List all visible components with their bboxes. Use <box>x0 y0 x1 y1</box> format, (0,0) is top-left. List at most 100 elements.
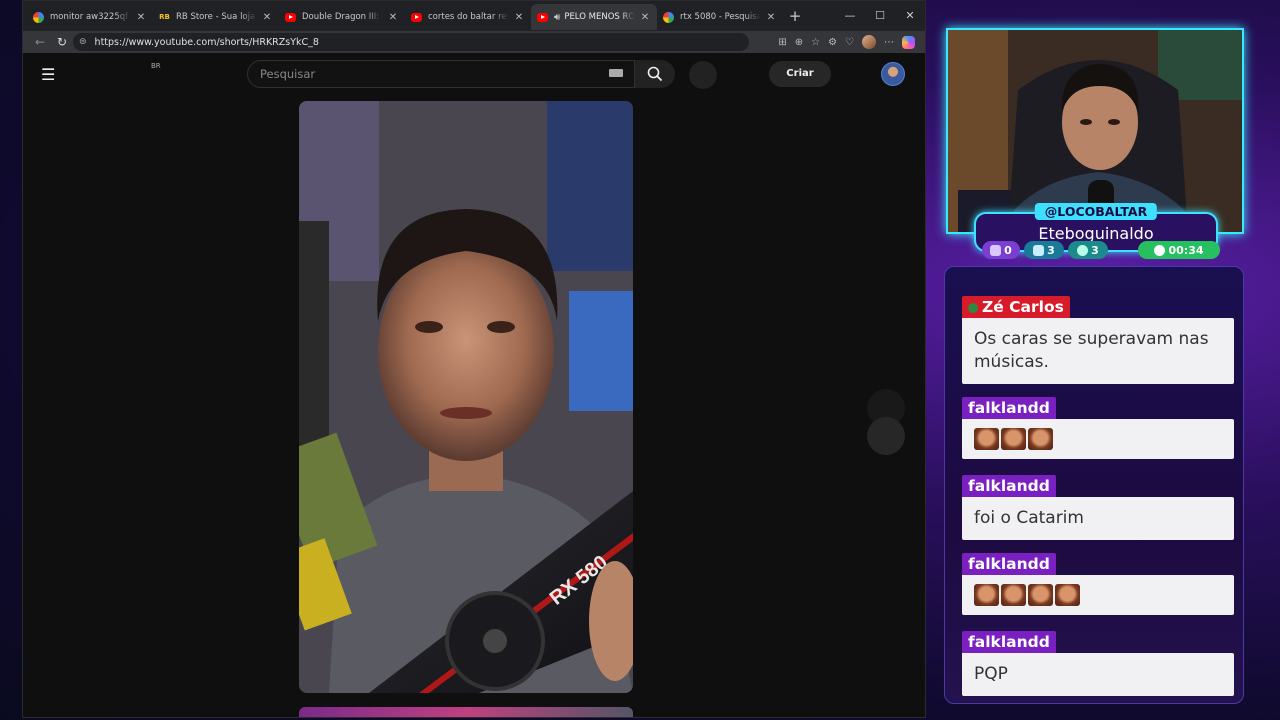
extensions-icon[interactable]: ⚙ <box>828 37 837 48</box>
favorite-star-icon[interactable]: ☆ <box>811 37 820 48</box>
emote-icon <box>1001 428 1026 450</box>
chat-username: Zé Carlos <box>962 296 1070 318</box>
chat-message-text: foi o Catarim <box>962 497 1234 540</box>
youtube-icon <box>285 12 296 22</box>
minimize-icon[interactable]: — <box>835 1 865 31</box>
emote-icon <box>974 428 999 450</box>
channel-handle: @LOCOBALTAR <box>1034 203 1158 220</box>
chat-username-text: Zé Carlos <box>982 298 1064 316</box>
emote-row <box>974 428 1222 450</box>
tab-title: monitor aw3225qf - Pesq <box>50 12 131 22</box>
chat-message: falklandd PQP <box>962 631 1234 696</box>
youtube-header: ☰ BR Pesquisar Criar <box>23 53 925 95</box>
chat-username: falklandd <box>962 397 1056 419</box>
youtube-count: 3 <box>1047 243 1055 257</box>
close-icon[interactable]: ✕ <box>261 12 273 23</box>
close-icon[interactable]: ✕ <box>639 12 651 23</box>
youtube-icon <box>411 12 422 22</box>
create-button[interactable]: Criar <box>769 61 831 87</box>
whatsapp-icon <box>1154 244 1166 256</box>
new-tab-icon[interactable]: + <box>783 7 807 25</box>
close-icon[interactable]: ✕ <box>135 12 147 23</box>
country-code: BR <box>151 62 161 70</box>
chat-message: falklandd <box>962 553 1234 615</box>
youtube-page: ☰ BR Pesquisar Criar RX 580 <box>23 53 925 717</box>
whatsapp-timer: 00:34 <box>1168 243 1204 257</box>
google-icon <box>663 11 674 23</box>
close-icon[interactable]: ✕ <box>387 12 399 23</box>
rb-store-icon: RB <box>159 13 170 21</box>
emote-icon <box>1055 584 1080 606</box>
twitch-stat: 0 <box>982 241 1020 259</box>
brazil-badge-icon <box>968 302 978 313</box>
emote-icon <box>1028 428 1053 450</box>
tab-title: PELO MENOS RODA <box>564 12 635 22</box>
zoom-icon[interactable]: ⊕ <box>795 37 803 48</box>
close-icon[interactable]: ✕ <box>765 12 777 23</box>
short-video-player[interactable]: RX 580 <box>299 101 633 693</box>
short-video-frame: RX 580 <box>299 101 633 693</box>
window-controls: — ☐ ✕ <box>835 1 925 31</box>
chat-message-text: Os caras se superavam nas músicas. <box>962 318 1234 384</box>
tab-rtx-5080[interactable]: rtx 5080 - Pesquisa Goog ✕ <box>657 4 783 30</box>
tab-title: RB Store - Sua loja de ha <box>176 12 257 22</box>
close-icon[interactable]: ✕ <box>513 12 525 23</box>
chat-message: Zé Carlos Os caras se superavam nas músi… <box>962 296 1234 384</box>
chat-message-emotes <box>962 575 1234 615</box>
tab-pelo-menos-roda[interactable]: 🔊︎ PELO MENOS RODA ✕ <box>531 4 657 30</box>
tab-title: Double Dragon III: The S <box>302 12 383 22</box>
keyboard-icon[interactable] <box>609 69 623 77</box>
tab-bar: monitor aw3225qf - Pesq ✕ RB RB Store - … <box>23 1 925 31</box>
hamburger-menu-icon[interactable]: ☰ <box>41 65 55 84</box>
reload-icon[interactable]: ↻ <box>51 35 73 49</box>
chat-message: falklandd <box>962 397 1234 459</box>
app-available-icon[interactable]: ⊞ <box>778 37 786 48</box>
chat-message-text: PQP <box>962 653 1234 696</box>
account-avatar[interactable] <box>881 62 905 86</box>
youtube-stat: 3 <box>1024 241 1064 259</box>
more-menu-icon[interactable]: ⋯ <box>884 37 894 48</box>
voice-search-button[interactable] <box>689 61 717 89</box>
tab-rb-store[interactable]: RB RB Store - Sua loja de ha ✕ <box>153 4 279 30</box>
emote-icon <box>1028 584 1053 606</box>
speaker-icon[interactable]: 🔊︎ <box>554 12 560 23</box>
chat-username: falklandd <box>962 475 1056 497</box>
browser-essentials-icon[interactable]: ♡ <box>845 37 854 48</box>
tab-title: cortes do baltar resenha <box>428 12 509 22</box>
copilot-icon[interactable] <box>902 35 915 49</box>
close-window-icon[interactable]: ✕ <box>895 1 925 31</box>
twitch-count: 0 <box>1004 243 1012 257</box>
maximize-icon[interactable]: ☐ <box>865 1 895 31</box>
url-text: https://www.youtube.com/shorts/HRKRZsYkC… <box>94 36 319 48</box>
stream-stats: 0 3 3 00:34 <box>978 241 1228 261</box>
next-short-button[interactable] <box>867 417 905 455</box>
tab-title: rtx 5080 - Pesquisa Goog <box>680 12 761 22</box>
chat-username: falklandd <box>962 631 1056 653</box>
whatsapp-stat: 00:34 <box>1138 241 1220 259</box>
webcam-image <box>948 30 1242 232</box>
back-icon[interactable]: ← <box>29 35 51 49</box>
chat-username: falklandd <box>962 553 1056 575</box>
search-button[interactable] <box>635 60 675 88</box>
twitch-icon <box>990 244 1002 256</box>
browser-window: monitor aw3225qf - Pesq ✕ RB RB Store - … <box>22 0 926 718</box>
search-input[interactable]: Pesquisar <box>247 60 635 88</box>
tab-cortes-baltar[interactable]: cortes do baltar resenha ✕ <box>405 4 531 30</box>
kick-stat: 3 <box>1068 241 1108 259</box>
emote-row <box>974 584 1222 606</box>
youtube-icon <box>1033 244 1045 256</box>
site-info-icon[interactable]: ⊜ <box>79 37 87 47</box>
youtube-icon <box>537 12 548 22</box>
chat-panel: Zé Carlos Os caras se superavam nas músi… <box>944 266 1244 704</box>
toolbar-icons: ⊞ ⊕ ☆ ⚙ ♡ ⋯ <box>749 35 919 49</box>
next-short-preview[interactable] <box>299 707 633 717</box>
profile-avatar-icon[interactable] <box>862 35 876 49</box>
url-field[interactable]: ⊜ https://www.youtube.com/shorts/HRKRZsY… <box>73 33 749 51</box>
emote-icon <box>1001 584 1026 606</box>
kick-icon <box>1077 244 1089 256</box>
tab-monitor[interactable]: monitor aw3225qf - Pesq ✕ <box>27 4 153 30</box>
google-icon <box>33 11 44 23</box>
tab-double-dragon[interactable]: Double Dragon III: The S ✕ <box>279 4 405 30</box>
search-icon <box>647 66 663 82</box>
chat-message: falklandd foi o Catarim <box>962 475 1234 540</box>
